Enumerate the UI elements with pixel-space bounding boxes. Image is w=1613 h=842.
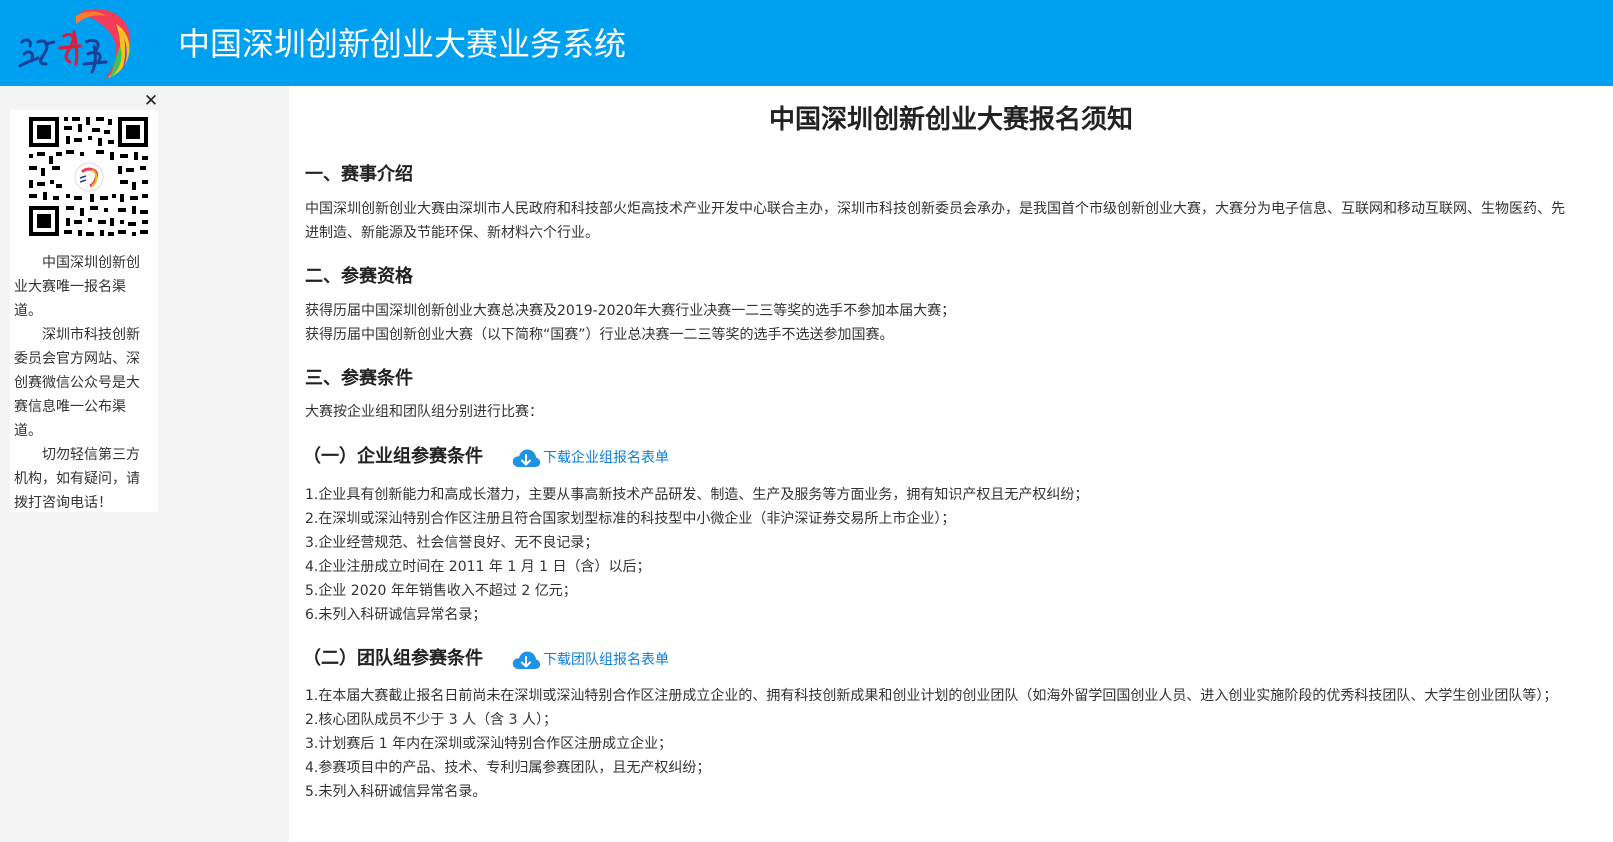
subheading-team: （二）团队组参赛条件 xyxy=(303,648,483,669)
subheading-enterprise: （一）企业组参赛条件 xyxy=(303,446,483,467)
section-heading-conditions: 三、参赛条件 xyxy=(305,368,413,389)
list-item: 3.企业经营规范、社会信誉良好、无不良记录； xyxy=(305,535,599,551)
qualification-list: 获得历届中国深圳创新创业大赛总决赛及2019-2020年大赛行业决赛一二三等奖的… xyxy=(305,299,1605,347)
list-item: 获得历届中国创新创业大赛（以下简称“国赛”）行业总决赛一二三等奖的选手不选送参加… xyxy=(305,327,894,343)
list-item: 2.核心团队成员不少于 3 人（含 3 人）； xyxy=(305,712,557,728)
logo-icon[interactable] xyxy=(16,2,140,84)
list-item: 获得历届中国深圳创新创业大赛总决赛及2019-2020年大赛行业决赛一二三等奖的… xyxy=(305,303,956,319)
list-item: 3.计划赛后 1 年内在深圳或深汕特别合作区注册成立企业； xyxy=(305,736,673,752)
site-title: 中国深圳创新创业大赛业务系统 xyxy=(178,25,627,63)
side-notice-paragraph: 深圳市科技创新委员会官方网站、深创赛微信公众号是大赛信息唯一公布渠道。 xyxy=(14,327,140,439)
section-heading-qualification: 二、参赛资格 xyxy=(305,266,413,287)
list-item: 1.在本届大赛截止报名日前尚未在深圳或深汕特别合作区注册成立企业的、拥有科技创新… xyxy=(305,688,1558,704)
download-team-form-link[interactable]: 下载团队组报名表单 xyxy=(511,647,669,673)
qr-code-container xyxy=(20,110,158,248)
download-enterprise-form-label[interactable]: 下载企业组报名表单 xyxy=(543,445,669,471)
main-content: 中国深圳创新创业大赛报名须知 一、赛事介绍 中国深圳创新创业大赛由深圳市人民政府… xyxy=(289,86,1613,842)
list-item: 2.在深圳或深汕特别合作区注册且符合国家划型标准的科技型中小微企业（非沪深证券交… xyxy=(305,511,956,527)
side-notice-panel: 中国深圳创新创业大赛唯一报名渠道。 深圳市科技创新委员会官方网站、深创赛微信公众… xyxy=(10,110,158,512)
download-enterprise-form-link[interactable]: 下载企业组报名表单 xyxy=(511,445,669,471)
intro-paragraph: 中国深圳创新创业大赛由深圳市人民政府和科技部火炬高技术产业开发中心联合主办，深圳… xyxy=(305,201,1565,241)
cloud-download-icon xyxy=(512,449,541,467)
conditions-intro: 大赛按企业组和团队组分别进行比赛： xyxy=(305,404,543,420)
page-title: 中国深圳创新创业大赛报名须知 xyxy=(768,105,1133,135)
close-icon[interactable]: ✕ xyxy=(142,92,160,110)
list-item: 1.企业具有创新能力和高成长潜力，主要从事高新技术产品研发、制造、生产及服务等方… xyxy=(305,487,1089,503)
list-item: 5.未列入科研诚信异常名录。 xyxy=(305,784,487,800)
qr-code-icon xyxy=(20,110,158,248)
side-notice-text: 中国深圳创新创业大赛唯一报名渠道。 深圳市科技创新委员会官方网站、深创赛微信公众… xyxy=(14,251,142,515)
side-notice-paragraph: 中国深圳创新创业大赛唯一报名渠道。 xyxy=(14,255,140,319)
list-item: 4.企业注册成立时间在 2011 年 1 月 1 日（含）以后； xyxy=(305,559,651,575)
list-item: 6.未列入科研诚信异常名录； xyxy=(305,607,487,623)
team-conditions-list: 1.在本届大赛截止报名日前尚未在深圳或深汕特别合作区注册成立企业的、拥有科技创新… xyxy=(305,684,1605,804)
list-item: 5.企业 2020 年年销售收入不超过 2 亿元； xyxy=(305,583,577,599)
side-notice-paragraph: 切勿轻信第三方机构，如有疑问，请拨打咨询电话！ xyxy=(14,447,140,511)
section-heading-intro: 一、赛事介绍 xyxy=(305,164,413,185)
download-team-form-label[interactable]: 下载团队组报名表单 xyxy=(543,647,669,673)
enterprise-conditions-list: 1.企业具有创新能力和高成长潜力，主要从事高新技术产品研发、制造、生产及服务等方… xyxy=(305,483,1605,627)
cloud-download-icon xyxy=(512,651,541,669)
header-bar: 中国深圳创新创业大赛业务系统 xyxy=(0,0,1613,86)
list-item: 4.参赛项目中的产品、技术、专利归属参赛团队，且无产权纠纷； xyxy=(305,760,711,776)
